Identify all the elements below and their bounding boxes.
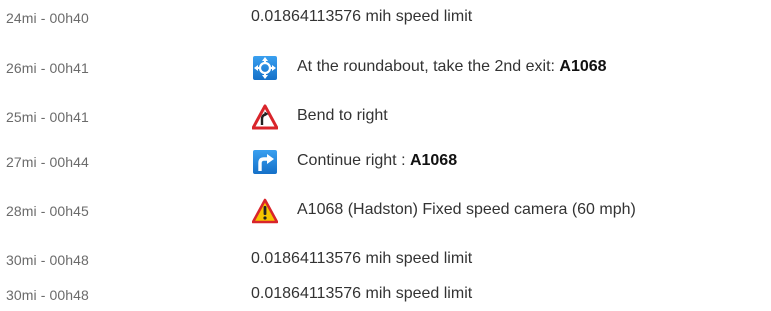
step-distance-time: 25mi - 00h41 — [6, 109, 89, 125]
step-instruction: A1068 (Hadston) Fixed speed camera (60 m… — [297, 201, 636, 219]
instruction-text: A1068 (Hadston) Fixed speed camera (60 m… — [297, 201, 636, 218]
route-step-2: 26mi - 00h41 At the roundabout, take the… — [0, 53, 771, 83]
step-distance-time: 26mi - 00h41 — [6, 60, 89, 76]
step-instruction: 0.01864113576 mih speed limit — [251, 285, 472, 303]
roundabout-icon — [252, 55, 278, 81]
step-distance-time: 24mi - 00h40 — [6, 10, 89, 26]
route-step-3: 25mi - 00h41 Bend to right — [0, 102, 771, 132]
road-name: A1068 — [559, 58, 607, 75]
step-instruction: 0.01864113576 mih speed limit — [251, 8, 472, 26]
turn-right-icon — [252, 149, 278, 175]
road-name: A1068 — [409, 152, 458, 169]
instruction-text: At the roundabout, take the 2nd exit: — [297, 58, 560, 75]
route-step-5: 28mi - 00h45 A1068 (Hadston) Fixed speed… — [0, 196, 771, 226]
bend-right-warning-icon — [251, 104, 279, 130]
instruction-text: 0.01864113576 mih speed limit — [251, 250, 473, 267]
step-distance-time: 30mi - 00h48 — [6, 252, 89, 268]
instruction-text: Continue right : — [297, 152, 410, 169]
speed-camera-warning-icon — [251, 198, 279, 224]
step-instruction: At the roundabout, take the 2nd exit: A1… — [297, 58, 607, 76]
step-instruction: Continue right : A1068 — [297, 152, 457, 170]
route-step-4: 27mi - 00h44 Continue right : A1068 — [0, 147, 771, 177]
step-instruction: Bend to right — [297, 107, 388, 125]
step-distance-time: 27mi - 00h44 — [6, 154, 89, 170]
instruction-text: 0.01864113576 mih speed limit — [251, 8, 473, 25]
instruction-text: 0.01864113576 mih speed limit — [251, 285, 473, 302]
route-step-6: 30mi - 00h48 0.01864113576 mih speed lim… — [0, 245, 771, 275]
step-distance-time: 28mi - 00h45 — [6, 203, 89, 219]
instruction-text: Bend to right — [297, 107, 388, 124]
route-step-1: 24mi - 00h40 0.01864113576 mih speed lim… — [0, 3, 771, 33]
step-instruction: 0.01864113576 mih speed limit — [251, 250, 472, 268]
route-step-7: 30mi - 00h48 0.01864113576 mih speed lim… — [0, 280, 771, 310]
step-distance-time: 30mi - 00h48 — [6, 287, 89, 303]
